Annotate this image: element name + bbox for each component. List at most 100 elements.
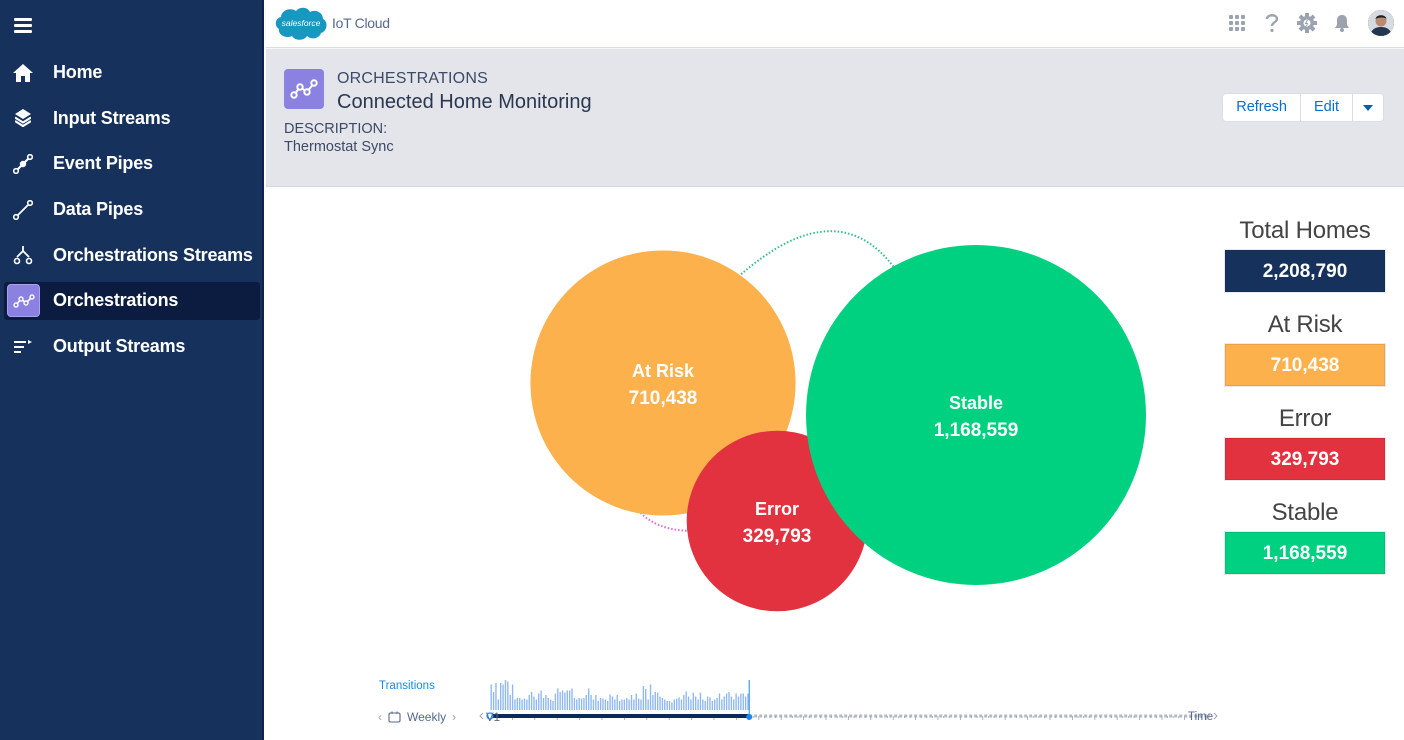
- histogram-bar: [557, 688, 559, 710]
- histogram-bar: [542, 698, 545, 710]
- sidebar-item-output-streams[interactable]: Output Streams: [0, 324, 264, 369]
- histogram-bar: [661, 698, 664, 710]
- sidebar: Home Input Streams Event Pipes Data Pipe…: [0, 0, 264, 740]
- legend-stable: Stable 1,168,559: [1225, 498, 1385, 574]
- bubble-label: At Risk: [632, 361, 695, 381]
- sidebar-item-data-pipes[interactable]: Data Pipes: [0, 187, 264, 232]
- histogram-bar: [740, 693, 742, 710]
- chevron-left-icon[interactable]: ‹: [378, 710, 382, 724]
- user-avatar[interactable]: [1368, 10, 1394, 36]
- histogram-bar: [723, 696, 725, 710]
- transitions-timeline: Transitions ‹ Weekly › V1 Time: [266, 674, 1404, 740]
- timeline-label[interactable]: Transitions: [379, 680, 435, 692]
- histogram-bar: [695, 696, 697, 710]
- orchestration-icon: [7, 284, 40, 317]
- chevron-right-icon[interactable]: ›: [452, 710, 456, 724]
- legend-value[interactable]: 710,438: [1225, 344, 1385, 386]
- bubble-value: 710,438: [629, 388, 698, 409]
- histogram-bar: [642, 686, 645, 710]
- histogram-bar: [616, 695, 618, 710]
- timeline-prev-icon[interactable]: [479, 712, 484, 720]
- histogram-bar: [573, 698, 576, 710]
- legend-label: At Risk: [1267, 311, 1343, 338]
- more-actions-button[interactable]: [1353, 94, 1383, 121]
- histogram-bar: [523, 698, 526, 710]
- legend-total: Total Homes 2,208,790: [1225, 216, 1385, 292]
- sidebar-item-input-streams[interactable]: Input Streams: [0, 96, 264, 141]
- histogram-bar: [709, 697, 711, 710]
- histogram-bar: [500, 683, 502, 710]
- app-launcher-icon[interactable]: [1227, 13, 1247, 33]
- description-value: Thermostat Sync: [284, 139, 394, 155]
- histogram-bar: [609, 694, 611, 710]
- edit-button[interactable]: Edit: [1301, 94, 1353, 121]
- legend-at-risk: At Risk 710,438: [1225, 310, 1385, 386]
- histogram-bar: [516, 698, 519, 710]
- orchestration-icon: [284, 69, 324, 109]
- settings-icon[interactable]: [1297, 13, 1317, 33]
- app: Home Input Streams Event Pipes Data Pipe…: [0, 0, 1404, 740]
- salesforce-logo[interactable]: salesforce: [274, 6, 328, 42]
- histogram-bar: [592, 699, 595, 710]
- histogram-bar: [585, 695, 587, 710]
- histogram-bar: [637, 698, 640, 710]
- histogram-bar: [659, 696, 661, 710]
- histogram-bar: [502, 684, 504, 710]
- histogram-bar: [526, 699, 528, 710]
- histogram-bar: [626, 698, 628, 710]
- histogram-bar: [690, 699, 692, 710]
- state-bubble-chart: At Risk 710,438 Error 329,793 Stable 1,168,55…: [530, 230, 1146, 612]
- histogram-bar: [647, 699, 649, 710]
- sidebar-item-label: Orchestrations: [53, 290, 179, 310]
- histogram-bar: [492, 692, 495, 710]
- histogram-bar: [564, 692, 566, 710]
- histogram-bar: [675, 698, 678, 710]
- histogram-bar: [580, 698, 583, 710]
- histogram-bar: [628, 699, 630, 710]
- hamburger-icon[interactable]: [14, 18, 32, 34]
- sidebar-item-orchestrations[interactable]: Orchestrations: [4, 281, 260, 320]
- legend-value[interactable]: 329,793: [1225, 438, 1385, 480]
- histogram-bar: [590, 695, 592, 710]
- help-icon[interactable]: [1262, 13, 1282, 33]
- histogram-bar: [685, 691, 687, 710]
- histogram-bar: [737, 696, 740, 710]
- bubble-circle[interactable]: [806, 245, 1146, 585]
- histogram-bar: [671, 702, 673, 710]
- timeline-histogram[interactable]: [266, 674, 1404, 740]
- description-label: DESCRIPTION:: [284, 121, 388, 137]
- sidebar-item-label: Orchestrations Streams: [53, 244, 253, 265]
- histogram-bar: [507, 681, 509, 710]
- sidebar-item-orchestrations-streams[interactable]: Orchestrations Streams: [0, 233, 264, 278]
- sidebar-item-home[interactable]: Home: [0, 50, 264, 95]
- histogram-bar: [645, 689, 647, 710]
- transition-arc-at-risk-to-stable[interactable]: [722, 230, 897, 292]
- orchestration-visualization: At Risk 710,438 Error 329,793 Stable 1,168,55…: [266, 188, 1404, 740]
- histogram-bar: [697, 699, 699, 710]
- histogram-bar: [730, 696, 733, 710]
- period-selector[interactable]: ‹ Weekly ›: [378, 710, 456, 724]
- histogram-bar: [656, 692, 659, 710]
- bubble-stable[interactable]: Stable 1,168,559: [806, 245, 1146, 585]
- legend-value[interactable]: 1,168,559: [1225, 532, 1385, 574]
- histogram-bar: [604, 699, 607, 710]
- timeline-next-icon[interactable]: [1213, 712, 1218, 720]
- histogram-bar: [744, 696, 747, 710]
- timeline-end-handle[interactable]: [746, 714, 753, 720]
- histogram-bar: [554, 693, 557, 710]
- bubble-value: 329,793: [743, 526, 812, 547]
- global-actions: [1212, 10, 1394, 36]
- legend-label: Stable: [1271, 499, 1339, 526]
- histogram-bar: [706, 696, 709, 710]
- legend-label: Total Homes: [1239, 217, 1371, 244]
- sidebar-item-event-pipes[interactable]: Event Pipes: [0, 141, 264, 186]
- histogram-bar: [721, 699, 723, 710]
- histogram-bar: [742, 693, 744, 710]
- bubble-label: Error: [755, 499, 799, 519]
- layers-icon: [12, 107, 34, 129]
- header-actions: Refresh Edit: [1222, 93, 1384, 122]
- refresh-button[interactable]: Refresh: [1223, 94, 1301, 121]
- histogram-bar: [497, 699, 500, 710]
- legend-value[interactable]: 2,208,790: [1225, 250, 1385, 292]
- notifications-icon[interactable]: [1332, 13, 1352, 33]
